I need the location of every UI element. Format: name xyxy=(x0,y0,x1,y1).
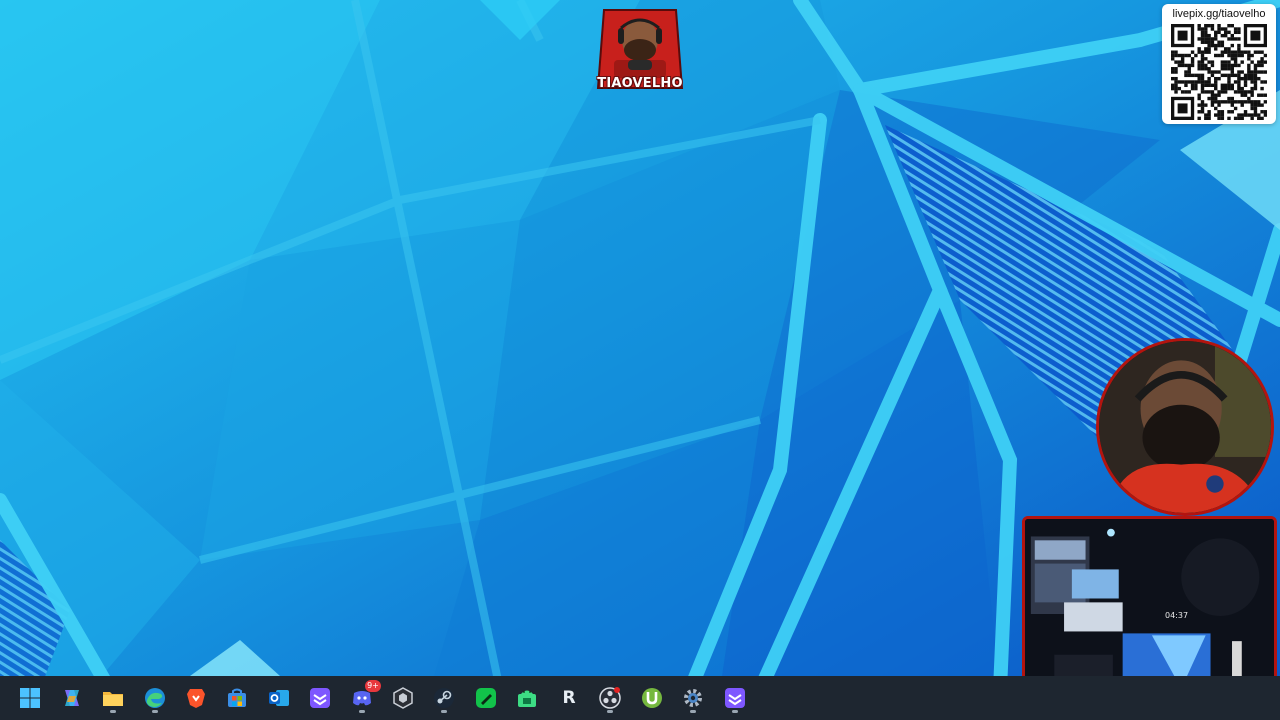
microsoft-store-icon[interactable] xyxy=(221,682,253,714)
r-letter-icon[interactable]: R xyxy=(553,682,585,714)
steam-icon[interactable] xyxy=(428,682,460,714)
running-indicator xyxy=(441,710,447,713)
running-indicator xyxy=(732,710,738,713)
streamer-logo-text: TIAOVELHO xyxy=(597,76,683,91)
running-indicator xyxy=(359,710,365,713)
windows-start-icon[interactable] xyxy=(14,682,46,714)
outlook-icon[interactable] xyxy=(263,682,295,714)
r-app-letter: R xyxy=(562,688,576,708)
donation-link-text: livepix.gg/tiaovelho xyxy=(1172,8,1266,20)
green-pen-icon[interactable] xyxy=(470,682,502,714)
folder-icon[interactable] xyxy=(97,682,129,714)
copilot-icon[interactable] xyxy=(56,682,88,714)
edge-browser-icon[interactable] xyxy=(139,682,171,714)
obs-record-icon[interactable] xyxy=(594,682,626,714)
qr-code-icon xyxy=(1171,24,1267,120)
discord-icon[interactable]: 9+ xyxy=(346,680,381,714)
streamer-logo: TIAOVELHO xyxy=(594,4,686,96)
discord-notification-badge: 9+ xyxy=(365,680,381,692)
running-indicator xyxy=(110,710,116,713)
webcam-person-image xyxy=(1099,341,1271,513)
running-indicator xyxy=(607,710,613,713)
android-icon[interactable] xyxy=(511,682,543,714)
room-camera-clock: 04:37 xyxy=(1165,611,1189,620)
utorrent-icon[interactable] xyxy=(636,682,668,714)
brave-browser-icon[interactable] xyxy=(180,682,212,714)
streaming-app-icon[interactable] xyxy=(304,682,336,714)
running-indicator xyxy=(690,710,696,713)
donation-qr-panel: livepix.gg/tiaovelho xyxy=(1162,4,1276,124)
webcam-face-overlay xyxy=(1096,338,1274,516)
gear-icon[interactable] xyxy=(677,682,709,714)
unity-icon[interactable] xyxy=(387,682,419,714)
running-indicator xyxy=(152,710,158,713)
streaming-app-icon[interactable] xyxy=(719,682,751,714)
taskbar: 9+ R xyxy=(0,676,1280,720)
